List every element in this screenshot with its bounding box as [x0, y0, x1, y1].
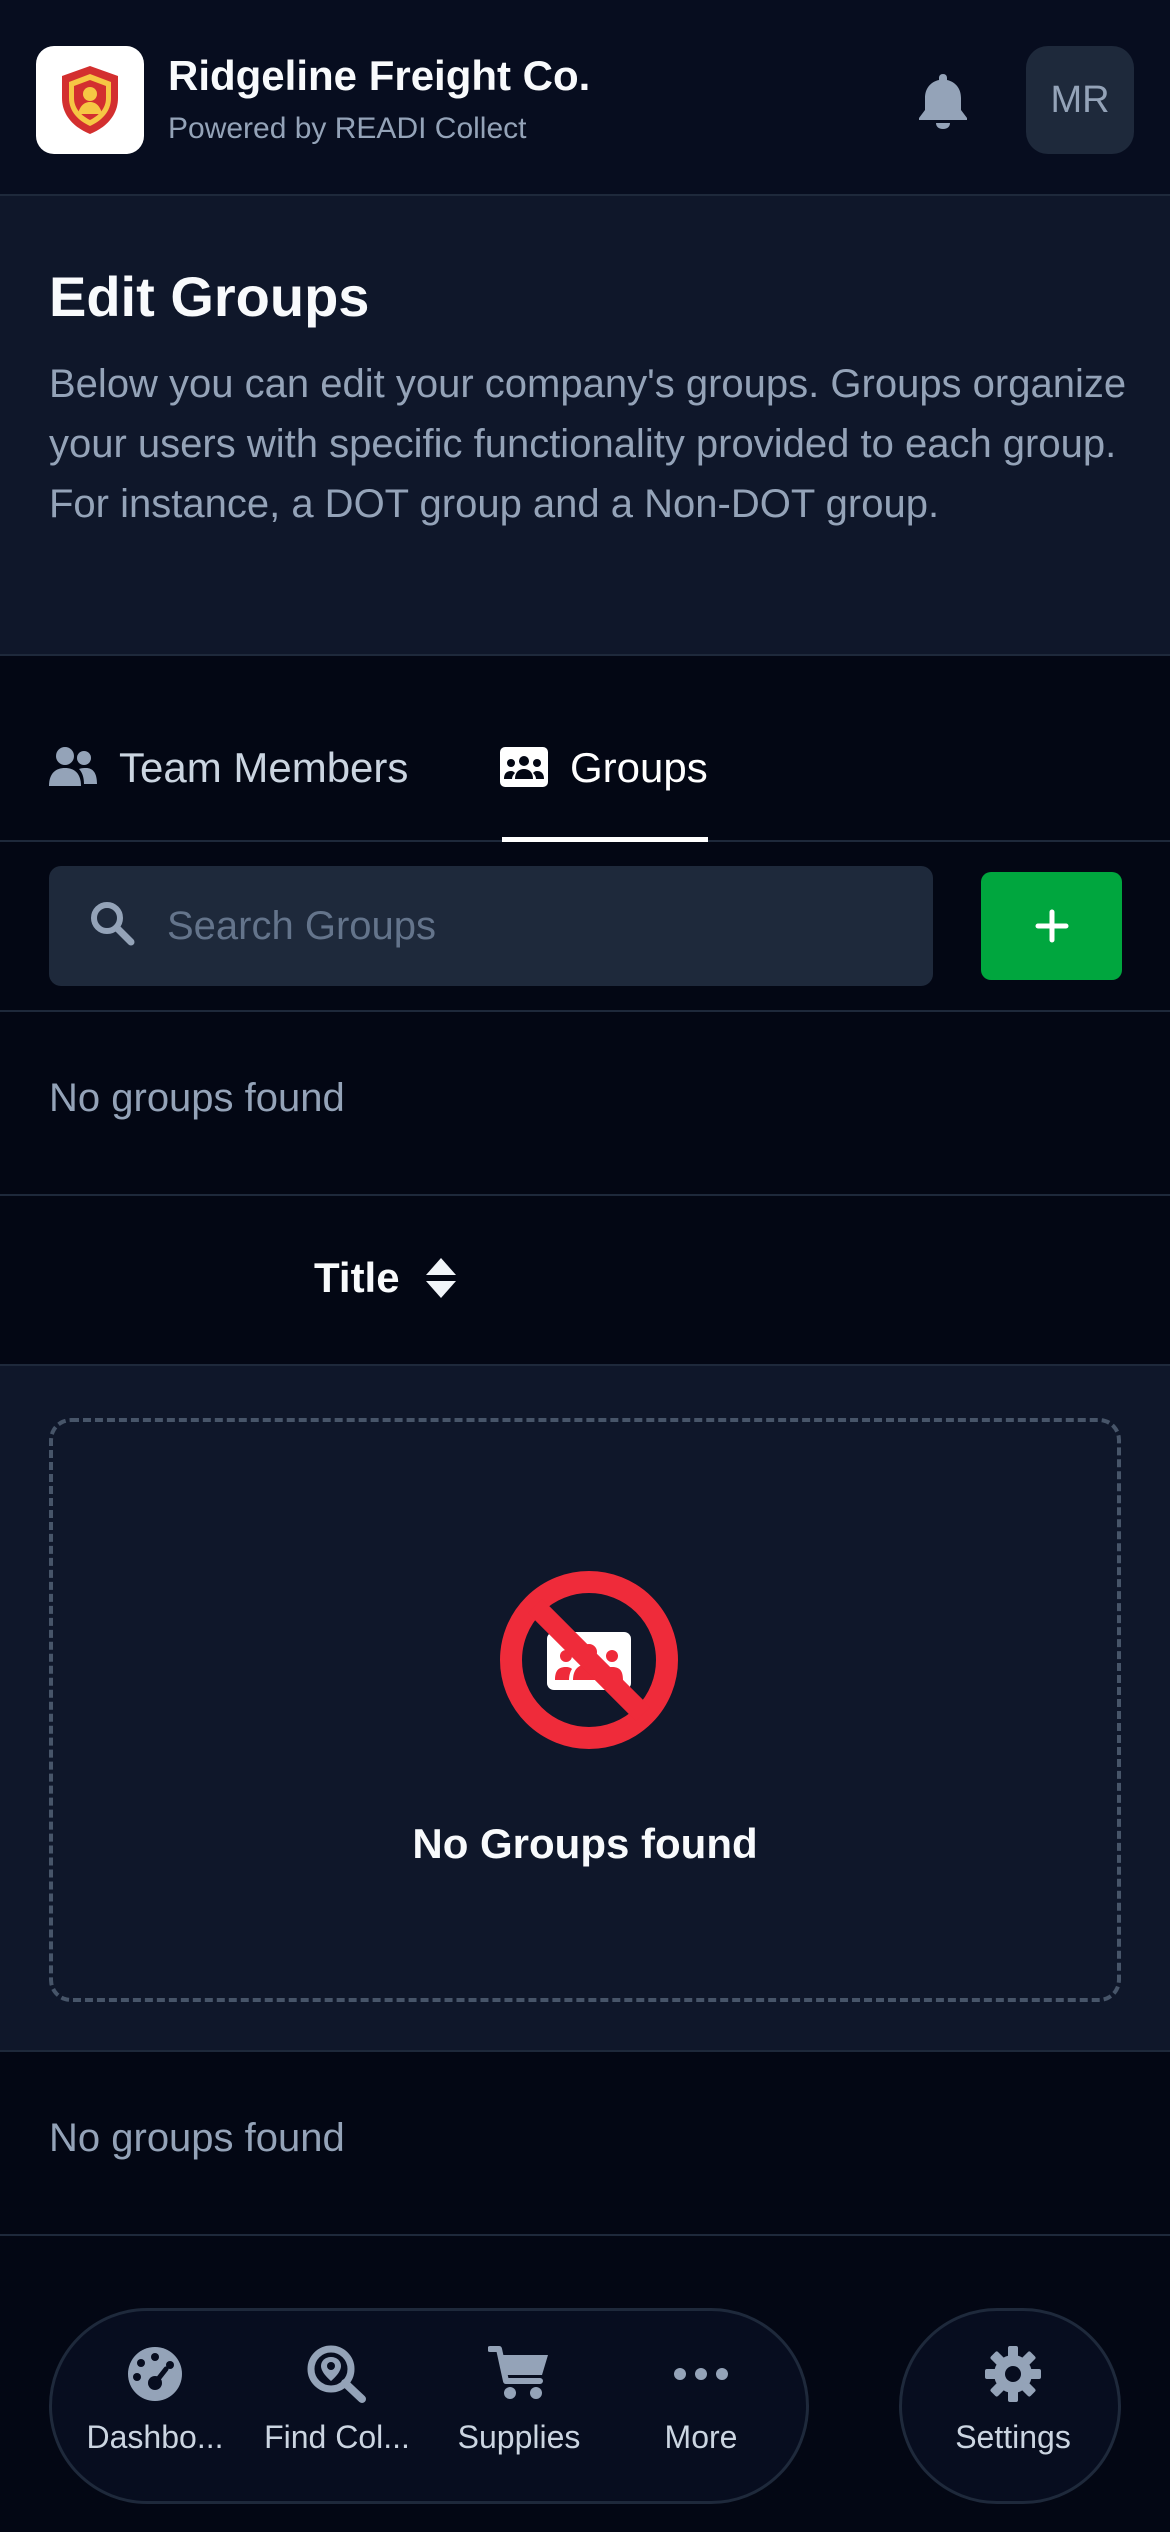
company-name: Ridgeline Freight Co.: [168, 52, 591, 99]
tab-bar: Team Members Groups: [0, 656, 1170, 842]
app-header: Ridgeline Freight Co. Powered by READI C…: [0, 0, 1170, 196]
tab-team-members-label: Team Members: [119, 744, 409, 791]
user-avatar[interactable]: MR: [1026, 46, 1134, 154]
empty-state-message: No Groups found: [412, 1820, 758, 1867]
shield-logo-icon: [62, 66, 118, 134]
bottom-navigation: Dashbo... Find Col... Supplies More: [49, 2308, 809, 2504]
column-title-label: Title: [314, 1254, 400, 1301]
gear-icon: [985, 2346, 1041, 2402]
page-title: Edit Groups: [49, 265, 370, 328]
groups-card-icon: [500, 747, 548, 787]
add-group-button[interactable]: [981, 872, 1122, 980]
empty-state-section: No Groups found: [0, 1366, 1170, 2052]
nav-find-collection-label: Find Col...: [264, 2419, 410, 2455]
nav-find-collection[interactable]: Find Col...: [242, 2345, 432, 2475]
tab-groups-label: Groups: [570, 744, 708, 791]
nav-supplies-label: Supplies: [457, 2419, 581, 2455]
page-description: Below you can edit your company's groups…: [49, 362, 1127, 526]
dashboard-gauge-icon: [128, 2347, 182, 2401]
nav-supplies[interactable]: Supplies: [424, 2345, 614, 2475]
plus-icon: [1035, 909, 1068, 943]
tab-groups[interactable]: Groups: [500, 744, 708, 842]
nav-settings[interactable]: Settings: [918, 2345, 1108, 2475]
results-status-top: No groups found: [0, 1012, 1170, 1196]
cart-icon: [488, 2346, 548, 2399]
sort-by-title-button[interactable]: Title: [314, 1254, 458, 1302]
results-status-text: No groups found: [49, 1076, 345, 1120]
search-row: [0, 842, 1170, 1012]
settings-nav: Settings: [899, 2308, 1121, 2504]
company-logo: [36, 46, 144, 154]
intro-section: Edit Groups Below you can edit your comp…: [0, 196, 1170, 656]
find-location-icon: [307, 2345, 366, 2403]
users-icon: [49, 747, 97, 786]
nav-settings-label: Settings: [955, 2419, 1071, 2455]
search-icon: [91, 902, 135, 946]
nav-dashboard[interactable]: Dashbo...: [60, 2345, 250, 2475]
results-status-text-bottom: No groups found: [49, 2116, 345, 2160]
bell-icon: [919, 74, 967, 129]
search-input[interactable]: [167, 866, 907, 986]
nav-dashboard-label: Dashbo...: [86, 2419, 224, 2455]
powered-by-text: Powered by READI Collect: [168, 112, 527, 145]
results-status-bottom: No groups found: [0, 2052, 1170, 2236]
nav-more-label: More: [664, 2419, 738, 2455]
table-header: Title: [0, 1196, 1170, 1366]
tab-team-members[interactable]: Team Members: [49, 744, 408, 840]
more-dots-icon: [674, 2368, 728, 2380]
nav-more[interactable]: More: [606, 2345, 796, 2475]
empty-state-box: No Groups found: [49, 1418, 1121, 2002]
notifications-button[interactable]: [906, 64, 980, 138]
sort-icon: [425, 1258, 456, 1298]
no-groups-icon: [500, 1571, 678, 1749]
search-box: [49, 866, 933, 986]
